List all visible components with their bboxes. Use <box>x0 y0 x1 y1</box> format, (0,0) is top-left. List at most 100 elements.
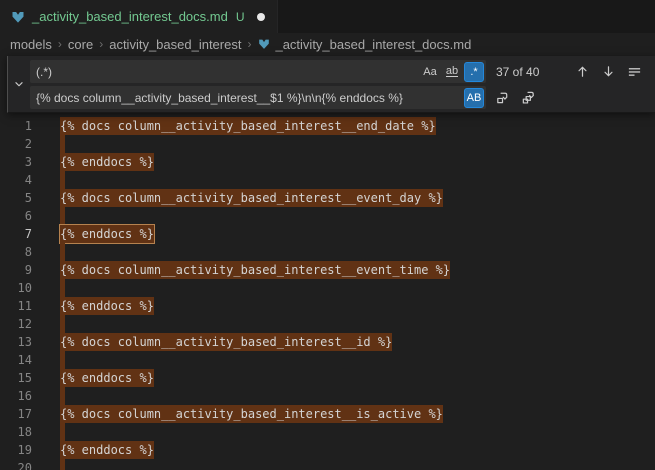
editor-line[interactable]: 16 <box>0 387 655 405</box>
find-match: {% enddocs %} <box>60 441 154 459</box>
breadcrumb-file-label: _activity_based_interest_docs.md <box>275 37 471 52</box>
breadcrumb: models › core › activity_based_interest … <box>0 33 655 55</box>
line-content <box>35 279 65 297</box>
previous-match-button[interactable] <box>572 61 593 82</box>
line-content: {% enddocs %} <box>35 441 154 459</box>
line-content: {% enddocs %} <box>35 297 154 315</box>
toggle-replace-button[interactable] <box>8 56 30 112</box>
breadcrumb-separator: › <box>247 37 251 51</box>
regex-toggle[interactable]: .* <box>464 62 484 82</box>
replace-all-button[interactable] <box>518 87 539 108</box>
find-match: {% docs column__activity_based_interest_… <box>60 189 443 207</box>
editor-line[interactable]: 3{% enddocs %} <box>0 153 655 171</box>
line-number: 13 <box>0 333 35 351</box>
editor-line[interactable]: 7{% enddocs %} <box>0 225 655 243</box>
find-match-empty <box>60 459 65 470</box>
line-number: 16 <box>0 387 35 405</box>
breadcrumb-item-core[interactable]: core <box>68 37 93 52</box>
find-match-empty <box>60 171 65 189</box>
editor-line[interactable]: 12 <box>0 315 655 333</box>
next-match-button[interactable] <box>598 61 619 82</box>
breadcrumb-item-activity-based-interest[interactable]: activity_based_interest <box>109 37 241 52</box>
line-number: 14 <box>0 351 35 369</box>
line-content <box>35 423 65 441</box>
editor-line[interactable]: 11 {% enddocs %} <box>0 297 655 315</box>
find-match-empty <box>60 315 65 333</box>
editor-line[interactable]: 9 {% docs column__activity_based_interest… <box>0 261 655 279</box>
replace-button[interactable] <box>492 87 513 108</box>
editor-line[interactable]: 5 {% docs column__activity_based_interest… <box>0 189 655 207</box>
line-number: 11 <box>0 297 35 315</box>
editor-line[interactable]: 2 <box>0 135 655 153</box>
find-match: {% enddocs %} <box>60 369 154 387</box>
find-input[interactable] <box>30 60 486 83</box>
line-content: {% docs column__activity_based_interest_… <box>35 405 443 423</box>
close-find-button[interactable] <box>650 61 655 82</box>
replace-input[interactable] <box>30 86 486 109</box>
find-match: {% docs column__activity_based_interest_… <box>60 405 443 423</box>
replace-all-icon <box>521 90 536 105</box>
line-content: {% enddocs %} <box>35 225 154 243</box>
line-content <box>35 171 65 189</box>
editor-line[interactable]: 10 <box>0 279 655 297</box>
replace-icon <box>495 90 510 105</box>
line-number: 18 <box>0 423 35 441</box>
find-match-empty <box>60 351 65 369</box>
editor: Aa ab .* 37 of 40 <box>0 55 655 470</box>
breadcrumb-separator: › <box>99 37 103 51</box>
match-case-label: Aa <box>423 66 436 78</box>
line-number: 7 <box>0 225 35 243</box>
match-case-toggle[interactable]: Aa <box>420 62 440 82</box>
editor-line[interactable]: 18 <box>0 423 655 441</box>
line-content <box>35 315 65 333</box>
find-in-selection-icon <box>627 64 642 79</box>
editor-line[interactable]: 15{% enddocs %} <box>0 369 655 387</box>
line-content: {% enddocs %} <box>35 153 154 171</box>
whole-word-label: ab <box>446 66 458 77</box>
line-content <box>35 387 65 405</box>
breadcrumb-item-file[interactable]: _activity_based_interest_docs.md <box>257 37 471 52</box>
editor-line[interactable]: 4 <box>0 171 655 189</box>
find-match: {% enddocs %} <box>60 153 154 171</box>
find-match-empty <box>60 279 65 297</box>
line-number: 5 <box>0 189 35 207</box>
line-number: 4 <box>0 171 35 189</box>
tab-bar: _activity_based_interest_docs.md U <box>0 0 655 33</box>
line-content: {% docs column__activity_based_interest_… <box>35 189 443 207</box>
line-content: {% enddocs %} <box>35 369 154 387</box>
line-number: 10 <box>0 279 35 297</box>
editor-line[interactable]: 6 <box>0 207 655 225</box>
find-match: {% enddocs %} <box>60 297 154 315</box>
line-number: 9 <box>0 261 35 279</box>
editor-line[interactable]: 19{% enddocs %} <box>0 441 655 459</box>
arrow-down-icon <box>601 64 616 79</box>
regex-label: .* <box>470 66 477 78</box>
tab-title: _activity_based_interest_docs.md <box>32 9 228 24</box>
breadcrumb-separator: › <box>58 37 62 51</box>
line-content: {% docs column__activity_based_interest_… <box>35 261 450 279</box>
editor-line[interactable]: 14 <box>0 351 655 369</box>
find-results-count: 37 of 40 <box>496 65 558 79</box>
editor-line[interactable]: 8 <box>0 243 655 261</box>
modified-dot-icon[interactable] <box>257 13 265 21</box>
find-match: {% docs column__activity_based_interest_… <box>60 261 450 279</box>
git-status-badge: U <box>236 10 245 24</box>
whole-word-toggle[interactable]: ab <box>442 62 462 82</box>
line-content <box>35 135 65 153</box>
preserve-case-toggle[interactable]: AB <box>464 88 484 108</box>
find-match-empty <box>60 243 65 261</box>
arrow-up-icon <box>575 64 590 79</box>
breadcrumb-item-models[interactable]: models <box>10 37 52 52</box>
line-content <box>35 243 65 261</box>
line-number: 17 <box>0 405 35 423</box>
find-match-empty <box>60 135 65 153</box>
editor-line[interactable]: 20 <box>0 459 655 470</box>
editor-line[interactable]: 13{% docs column__activity_based_interes… <box>0 333 655 351</box>
editor-line[interactable]: 17 {% docs column__activity_based_interes… <box>0 405 655 423</box>
editor-line[interactable]: 1{% docs column__activity_based_interest… <box>0 117 655 135</box>
line-content <box>35 459 65 470</box>
markdown-icon <box>257 37 271 51</box>
find-in-selection-button[interactable] <box>624 61 645 82</box>
tab-active[interactable]: _activity_based_interest_docs.md U <box>0 0 278 33</box>
chevron-down-icon <box>12 77 26 91</box>
